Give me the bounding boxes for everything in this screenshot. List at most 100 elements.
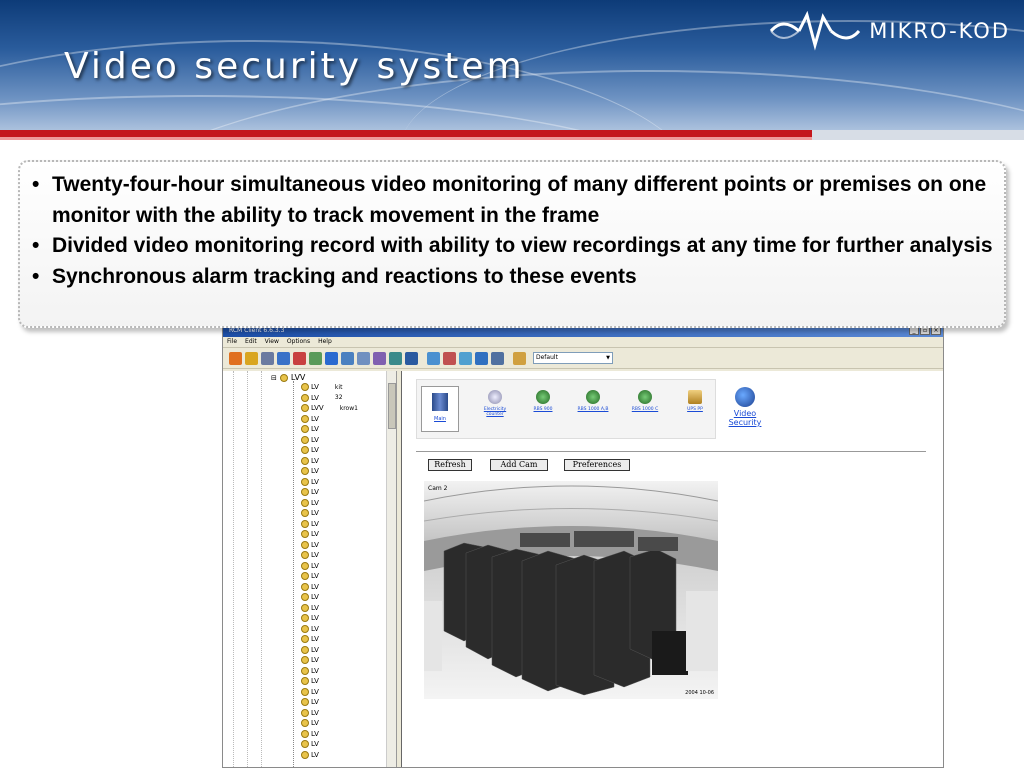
tree-node[interactable]: LV xyxy=(301,645,319,654)
tree-node[interactable]: LVV krow1 xyxy=(301,404,358,412)
help-icon[interactable] xyxy=(325,351,338,365)
tree-node[interactable]: LV xyxy=(301,603,319,612)
tree-node[interactable]: LV xyxy=(301,582,319,591)
tree-node-label: LV xyxy=(311,666,319,675)
tree-node[interactable]: LV xyxy=(301,446,319,454)
menu-file[interactable]: File xyxy=(227,337,237,347)
tree-node[interactable]: LV xyxy=(301,719,319,727)
device-strip: Main Electricity counter RBS 900 RBS 100… xyxy=(416,379,716,439)
menu-help[interactable]: Help xyxy=(318,337,332,347)
tools-icon[interactable] xyxy=(443,351,456,365)
disconnect-icon[interactable] xyxy=(293,351,306,365)
menu-view[interactable]: View xyxy=(265,337,279,347)
globe-icon[interactable] xyxy=(475,351,488,365)
tree-node[interactable]: LV xyxy=(301,614,319,622)
tree-node[interactable]: LV xyxy=(301,729,319,738)
tree-node[interactable]: LV xyxy=(301,530,319,538)
tree-node-label: LV xyxy=(311,393,319,402)
camera-view[interactable]: Cam 2 2004 10-06 xyxy=(424,481,718,699)
profile-icon[interactable] xyxy=(513,351,526,365)
device-rbs-1000-ab[interactable]: RBS 1000 A,B xyxy=(575,390,611,412)
device-ups[interactable]: UPS PP xyxy=(677,390,713,412)
navigate-icon[interactable] xyxy=(427,351,440,365)
menu-options[interactable]: Options xyxy=(287,337,310,347)
device-node-icon xyxy=(301,614,309,622)
device-rbs-1000-c[interactable]: RBS 1000 C xyxy=(627,390,663,412)
tree-node[interactable]: LV xyxy=(301,456,319,465)
tree-node[interactable]: LV xyxy=(301,593,319,601)
device-node-icon xyxy=(301,572,309,580)
device-node-icon xyxy=(301,477,309,486)
refresh-button[interactable]: Refresh xyxy=(428,459,472,471)
image-icon[interactable] xyxy=(389,351,402,365)
tree-node-label: LV xyxy=(311,540,319,549)
tree-node[interactable]: LV xyxy=(301,698,319,706)
tree-root[interactable]: ⊟ LVV xyxy=(271,373,305,382)
tree-node[interactable]: LV xyxy=(301,467,319,475)
tree-node-label: LV xyxy=(311,603,319,612)
tree-node[interactable]: LV xyxy=(301,740,319,748)
tree-node[interactable]: LV xyxy=(301,425,319,433)
scroll-thumb[interactable] xyxy=(388,383,396,429)
tree-node[interactable]: LV xyxy=(301,572,319,580)
people-icon[interactable] xyxy=(261,351,274,365)
tree-node-label: LV xyxy=(311,593,319,601)
device-video-security[interactable]: Video Security xyxy=(720,387,770,427)
tree-node[interactable]: LV xyxy=(301,509,319,517)
device-electricity-counter[interactable]: Electricity counter xyxy=(477,390,513,417)
device-rbs-900[interactable]: RBS 900 xyxy=(525,390,561,412)
device-tree[interactable]: ⊟ LVV LV kit LV 32 LVV krow1 LV LV LV LV LV LV LV LV L… xyxy=(223,371,397,767)
tree-node[interactable]: LV xyxy=(301,435,319,444)
user-icon[interactable] xyxy=(229,351,242,365)
device-node-icon xyxy=(301,561,309,570)
tree-scrollbar[interactable] xyxy=(386,371,396,767)
folder-icon xyxy=(279,373,288,382)
server-room-image xyxy=(424,481,718,699)
key-icon[interactable] xyxy=(277,351,290,365)
tree-node-label: LV xyxy=(311,498,319,507)
collapse-icon[interactable]: ⊟ xyxy=(271,374,277,382)
tree-node[interactable]: LV xyxy=(301,477,319,486)
monitor-icon[interactable] xyxy=(341,351,354,365)
tree-node[interactable]: LV 32 xyxy=(301,393,343,402)
device-node-icon xyxy=(301,656,309,664)
tree-node[interactable]: LV xyxy=(301,414,319,423)
tree-node-label: LV xyxy=(311,614,319,622)
tree-guide xyxy=(233,371,234,767)
device-node-icon xyxy=(301,414,309,423)
sync-icon[interactable] xyxy=(459,351,472,365)
tree-node[interactable]: LV xyxy=(301,551,319,559)
bullet-item: Synchronous alarm tracking and reactions… xyxy=(32,262,994,293)
profile-select[interactable]: Default xyxy=(533,352,613,364)
tree-node[interactable]: LV xyxy=(301,708,319,717)
tree-node[interactable]: LV xyxy=(301,656,319,664)
edit-icon[interactable] xyxy=(245,351,258,365)
tree-node[interactable]: LV xyxy=(301,624,319,633)
tree-node[interactable]: LV xyxy=(301,488,319,496)
preferences-button[interactable]: Preferences xyxy=(564,459,630,471)
tree-node[interactable]: LV xyxy=(301,561,319,570)
device-node-icon xyxy=(301,456,309,465)
tree-node[interactable]: LV xyxy=(301,519,319,528)
tree-node[interactable]: LV xyxy=(301,540,319,549)
tree-node[interactable]: LV xyxy=(301,498,319,507)
chart-icon[interactable] xyxy=(373,351,386,365)
tree-node[interactable]: LV xyxy=(301,635,319,643)
antenna-icon xyxy=(536,390,550,404)
refresh-icon[interactable] xyxy=(309,351,322,365)
tree-node[interactable]: LV xyxy=(301,750,319,759)
tree-node[interactable]: LV kit xyxy=(301,383,342,391)
header-red-bar-shadow xyxy=(0,137,812,140)
device-node-icon xyxy=(301,383,309,391)
tree-node-label: LV xyxy=(311,435,319,444)
add-cam-button[interactable]: Add Cam xyxy=(490,459,548,471)
tree-node-note: kit xyxy=(334,383,343,391)
tree-node[interactable]: LV xyxy=(301,687,319,696)
upload-icon[interactable] xyxy=(491,351,504,365)
menu-edit[interactable]: Edit xyxy=(245,337,257,347)
tree-node[interactable]: LV xyxy=(301,666,319,675)
table-icon[interactable] xyxy=(405,351,418,365)
device-main[interactable]: Main xyxy=(421,386,459,432)
tree-node[interactable]: LV xyxy=(301,677,319,685)
report-icon[interactable] xyxy=(357,351,370,365)
